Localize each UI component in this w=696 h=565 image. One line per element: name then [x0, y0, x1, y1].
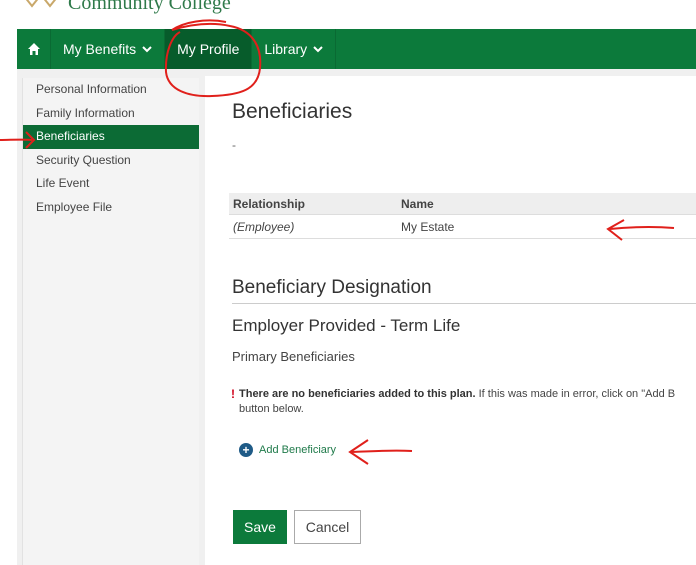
notice-text: If this was made in error, click on "Add…	[475, 388, 676, 400]
header-logo-strip: Community College	[0, 0, 696, 28]
sidebar-item-family-information[interactable]: Family Information	[23, 102, 199, 126]
table-header: Relationship Name	[229, 193, 696, 215]
column-header-name: Name	[401, 196, 434, 211]
plan-heading: Employer Provided - Term Life	[232, 316, 461, 335]
page-subtitle: -	[232, 138, 236, 152]
chevron-down-icon	[313, 46, 323, 53]
column-header-relationship: Relationship	[233, 196, 306, 211]
notice-bold-text: There are no beneficiaries added to this…	[239, 388, 476, 400]
heading-divider	[232, 303, 696, 304]
sidebar-item-personal-information[interactable]: Personal Information	[23, 78, 199, 102]
table-row: (Employee) My Estate	[229, 215, 696, 239]
sidebar-item-life-event[interactable]: Life Event	[23, 172, 199, 196]
nav-item-my-benefits[interactable]: My Benefits	[51, 29, 166, 69]
plus-circle-icon: +	[239, 443, 253, 457]
college-name: Community College	[68, 0, 231, 14]
designation-heading: Beneficiary Designation	[232, 277, 432, 298]
nav-item-label: Library	[264, 41, 308, 57]
nav-item-my-profile[interactable]: My Profile	[165, 29, 253, 69]
nav-item-library[interactable]: Library	[252, 29, 337, 69]
sidebar-item-beneficiaries[interactable]: Beneficiaries	[23, 125, 199, 149]
warning-icon: !	[231, 387, 235, 401]
beneficiaries-table: Relationship Name (Employee) My Estate	[229, 193, 696, 239]
save-button[interactable]: Save	[233, 510, 287, 544]
nav-item-label: My Profile	[177, 41, 240, 57]
add-beneficiary-label: Add Beneficiary	[259, 444, 337, 456]
college-logo-icon	[25, 0, 57, 8]
no-beneficiaries-notice: ! There are no beneficiaries added to th…	[231, 387, 696, 417]
sidebar-item-security-question[interactable]: Security Question	[23, 149, 199, 173]
main-nav: My Benefits My Profile Library	[17, 29, 696, 69]
nav-item-label: My Benefits	[63, 41, 137, 57]
page-title: Beneficiaries	[232, 100, 353, 123]
sidebar-item-employee-file[interactable]: Employee File	[23, 196, 199, 220]
primary-beneficiaries-label: Primary Beneficiaries	[232, 349, 355, 364]
nav-home-button[interactable]	[17, 29, 51, 69]
profile-sidebar: Personal Information Family Information …	[22, 78, 199, 565]
cell-name: My Estate	[401, 219, 455, 234]
add-beneficiary-link[interactable]: + Add Beneficiary	[239, 443, 336, 457]
chevron-down-icon	[142, 46, 152, 53]
cell-relationship: (Employee)	[233, 219, 295, 234]
notice-text-line2: button below.	[239, 403, 304, 415]
cancel-button[interactable]: Cancel	[294, 510, 361, 544]
home-icon	[27, 43, 40, 55]
